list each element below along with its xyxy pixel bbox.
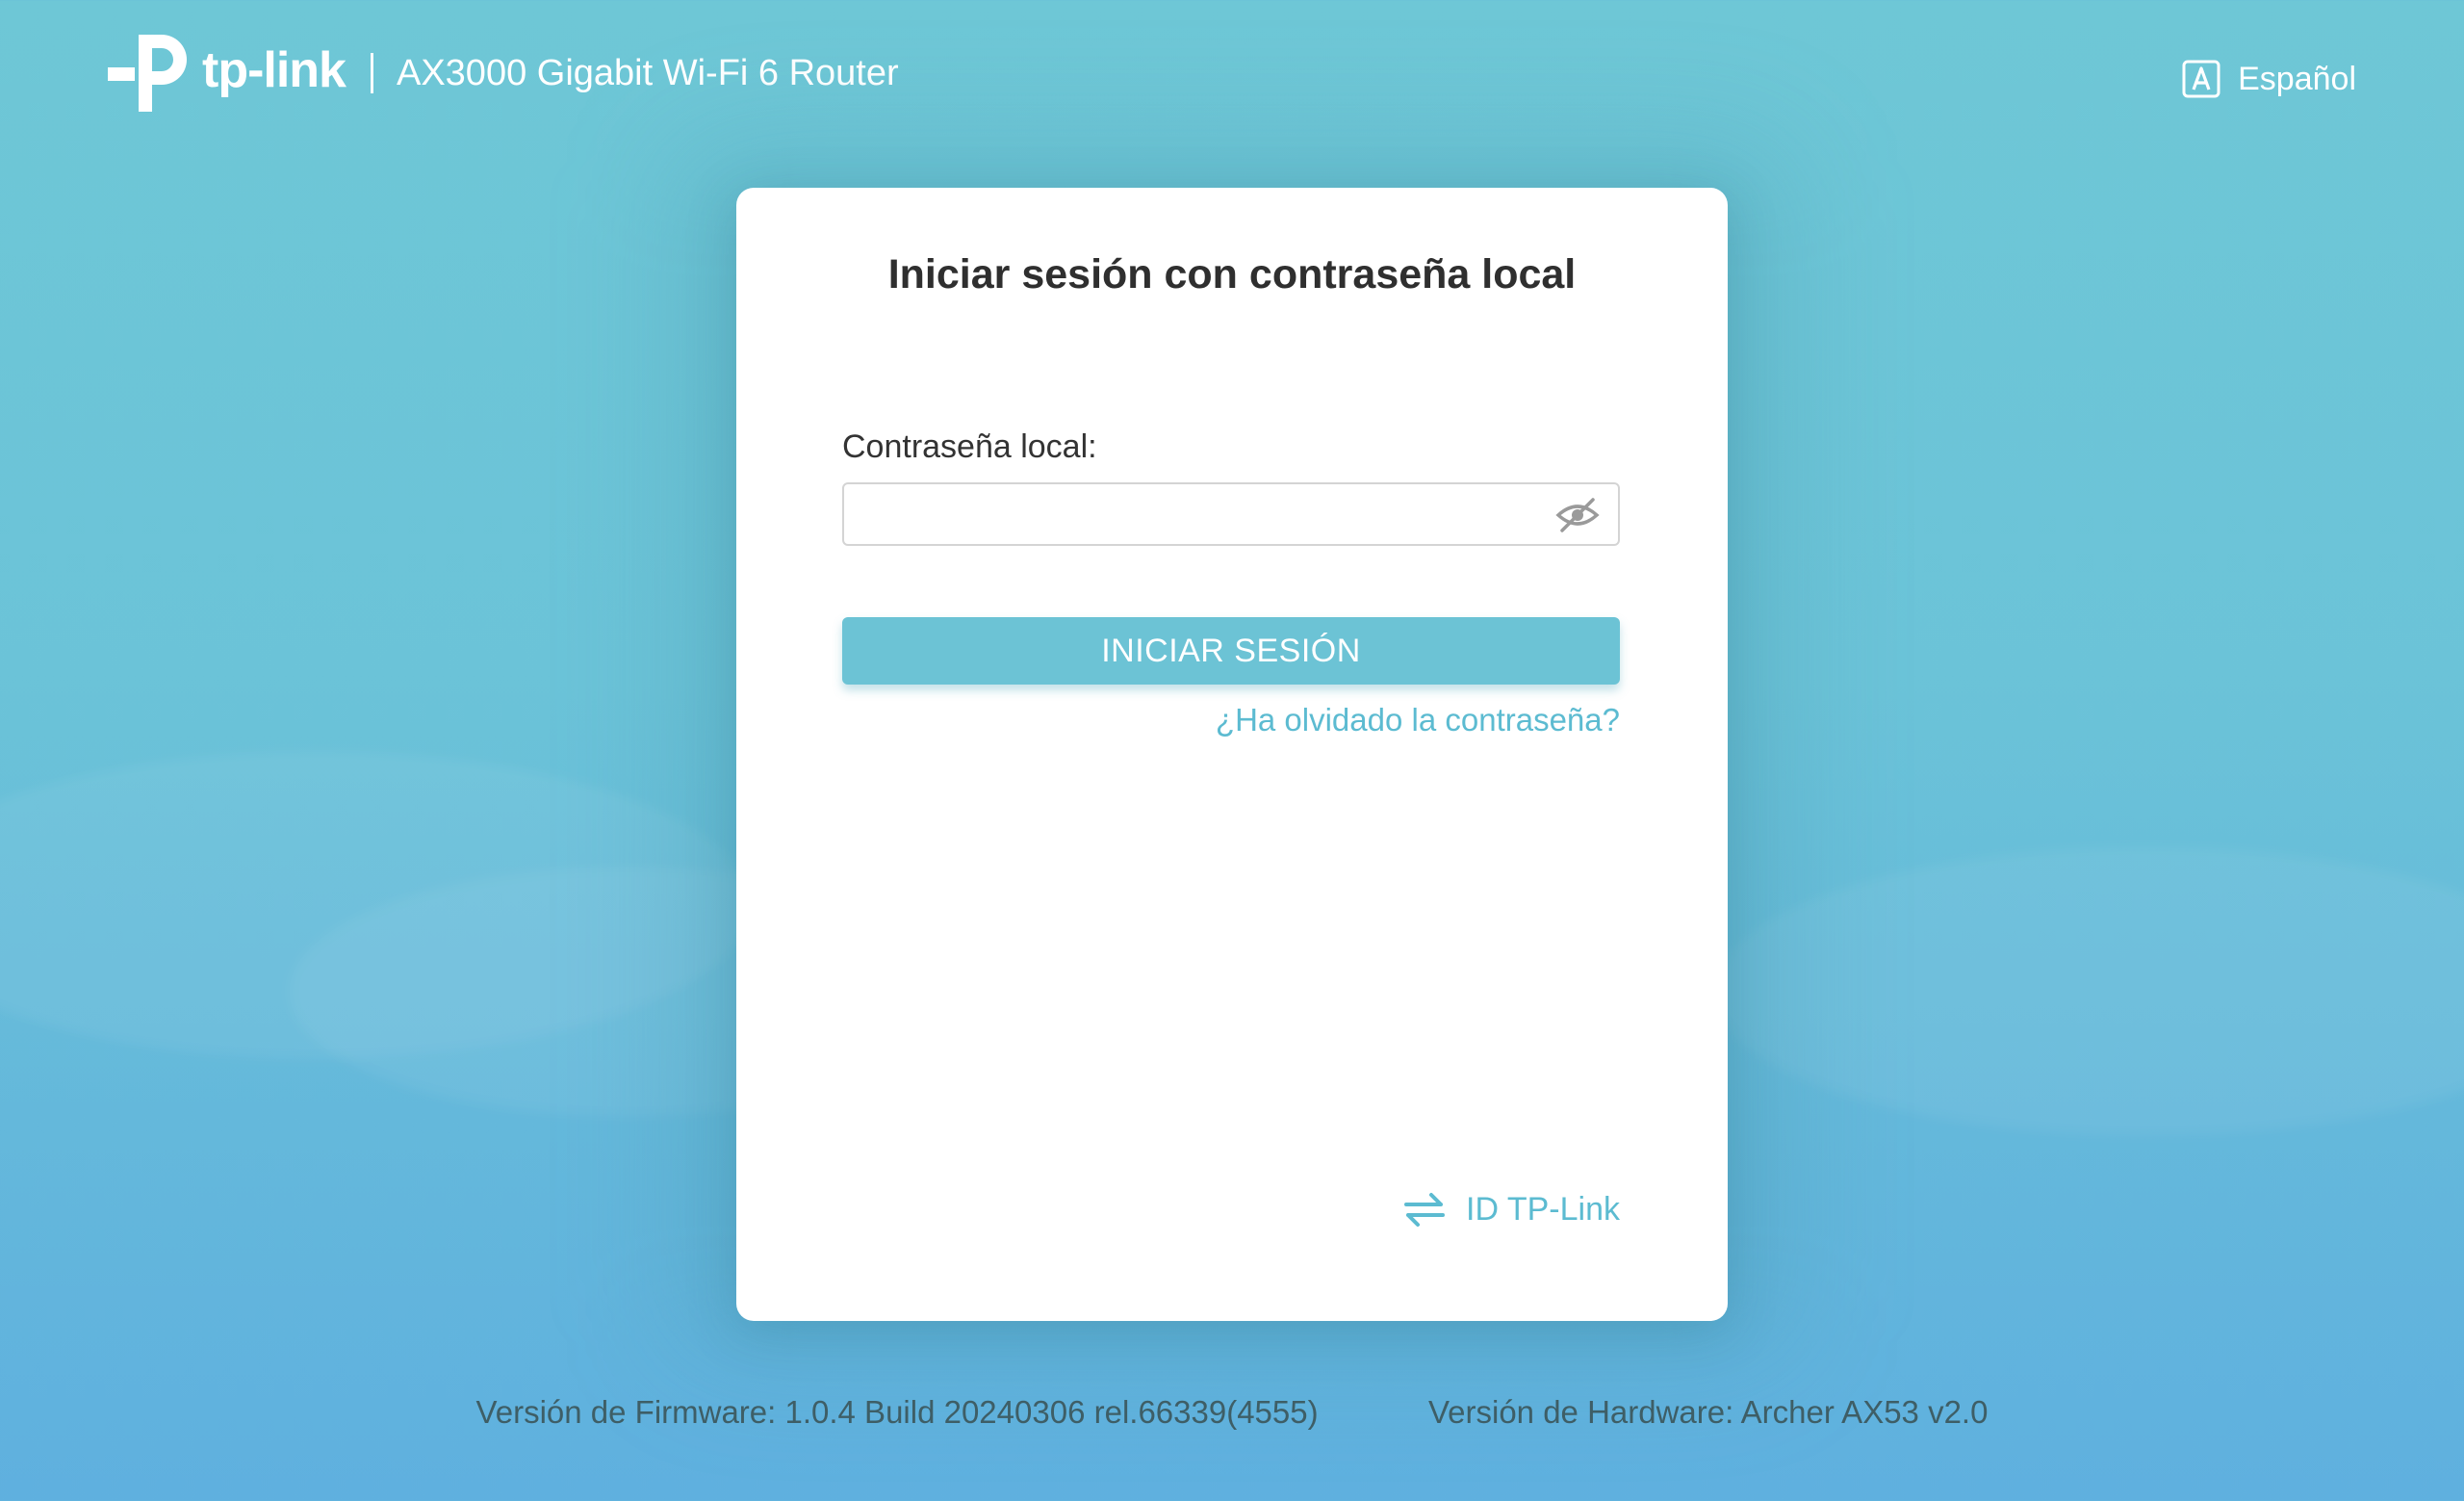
- logo-text: tp-link: [202, 42, 346, 98]
- firmware-version: Versión de Firmware: 1.0.4 Build 2024030…: [475, 1394, 1319, 1430]
- forgot-password-link[interactable]: ¿Ha olvidado la contraseña?: [1216, 702, 1620, 738]
- eye-slash-icon[interactable]: [1554, 496, 1601, 534]
- tp-link-logo-icon: [108, 35, 187, 112]
- login-button[interactable]: INICIAR SESIÓN: [842, 617, 1620, 685]
- header: tp-link AX3000 Gigabit Wi-Fi 6 Router Es…: [0, 0, 2464, 164]
- background-cloud: [1713, 847, 2464, 1136]
- brand-separator: [370, 53, 373, 93]
- password-label: Contraseña local:: [842, 428, 1097, 465]
- language-icon: [2182, 60, 2220, 98]
- password-field: [842, 482, 1620, 546]
- footer: Versión de Firmware: 1.0.4 Build 2024030…: [0, 1394, 2464, 1431]
- brand: tp-link AX3000 Gigabit Wi-Fi 6 Router: [106, 25, 899, 121]
- login-card: Iniciar sesión con contraseña local Cont…: [736, 188, 1728, 1321]
- tp-link-id-label: ID TP-Link: [1466, 1190, 1620, 1228]
- switch-arrows-icon: [1404, 1193, 1446, 1227]
- language-selector[interactable]: Español: [2182, 60, 2356, 98]
- password-input[interactable]: [844, 484, 1537, 544]
- login-title: Iniciar sesión con contraseña local: [887, 251, 1577, 298]
- product-name: AX3000 Gigabit Wi-Fi 6 Router: [396, 52, 899, 93]
- hardware-version: Versión de Hardware: Archer AX53 v2.0: [1427, 1394, 1989, 1430]
- tp-link-id-link[interactable]: ID TP-Link: [1402, 1190, 1620, 1229]
- language-label: Español: [2238, 60, 2356, 97]
